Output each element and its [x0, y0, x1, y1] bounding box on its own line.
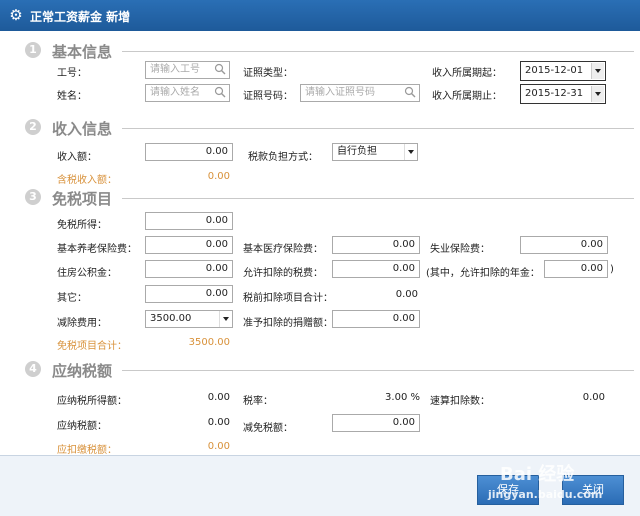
chevron-down-icon[interactable] [219, 311, 232, 327]
withhold-tax-value: 0.00 [207, 441, 230, 452]
emp-no-input[interactable]: 请输入工号 [145, 61, 230, 79]
taxable-income-label: 应纳税所得额： [57, 396, 127, 407]
tax-incl-income-value: 0.00 [207, 171, 230, 182]
section-number-2: 2 [25, 119, 41, 135]
emp-no-label: 工号： [57, 68, 87, 79]
section-divider [122, 128, 634, 129]
period-start-label: 收入所属期起： [432, 68, 502, 79]
chevron-down-icon[interactable] [404, 144, 417, 160]
pension-input[interactable]: 0.00 [145, 236, 233, 254]
exempt-total-value: 3500.00 [188, 337, 230, 348]
income-amount-label: 收入额： [57, 152, 97, 163]
other-input[interactable]: 0.00 [145, 285, 233, 303]
tax-payable-label: 应纳税额： [57, 421, 107, 432]
tax-bearing-select[interactable]: 自行负担 [332, 143, 418, 161]
search-icon[interactable] [214, 86, 226, 98]
exempt-total-label: 免税项目合计： [57, 341, 127, 352]
id-type-label: 证照类型： [243, 68, 293, 79]
withhold-tax-label: 应扣缴税额： [57, 445, 117, 456]
period-start-date[interactable]: 2015-12-01 [520, 61, 606, 81]
name-input[interactable]: 请输入姓名 [145, 84, 230, 102]
annuity-input[interactable]: 0.00 [544, 260, 608, 278]
section-number-4: 4 [25, 361, 41, 377]
income-amount-input[interactable]: 0.00 [145, 143, 233, 161]
window-title: 正常工资薪金 新增 [30, 10, 131, 24]
section-title-tax: 应纳税额 [52, 362, 113, 380]
housing-fund-input[interactable]: 0.00 [145, 260, 233, 278]
section-divider [122, 198, 634, 199]
period-end-date[interactable]: 2015-12-31 [520, 84, 606, 104]
medical-input[interactable]: 0.00 [332, 236, 420, 254]
title-bar: ⚙ 正常工资薪金 新增 [0, 0, 640, 31]
form-content: 1 基本信息 工号： 请输入工号 证照类型： 收入所属期起： 2015-12-0… [0, 31, 640, 456]
chevron-down-icon[interactable] [591, 63, 604, 79]
period-end-value: 2015-12-31 [525, 88, 584, 99]
section-title-exempt: 免税项目 [52, 190, 113, 208]
section-title-basic: 基本信息 [52, 43, 113, 61]
exempt-income-label: 免税所得： [57, 220, 107, 231]
section-divider [122, 51, 634, 52]
search-icon[interactable] [404, 86, 416, 98]
section-title-income: 收入信息 [52, 120, 113, 138]
section-number-1: 1 [25, 42, 41, 58]
housing-fund-label: 住房公积金： [57, 268, 117, 279]
tax-incl-income-label: 含税收入额： [57, 175, 117, 186]
emp-no-placeholder: 请输入工号 [150, 64, 200, 75]
deduction-label: 减除费用： [57, 318, 107, 329]
section-divider [122, 370, 634, 371]
tax-payable-value: 0.00 [207, 417, 230, 428]
deduction-value: 3500.00 [150, 313, 192, 324]
exempt-income-input[interactable]: 0.00 [145, 212, 233, 230]
medical-label: 基本医疗保险费： [243, 244, 323, 255]
pretax-total-value: 0.00 [395, 289, 418, 300]
pretax-total-label: 税前扣除项目合计： [243, 293, 333, 304]
gear-icon: ⚙ [9, 6, 23, 24]
taxable-income-value: 0.00 [207, 392, 230, 403]
annuity-label: (其中，允许扣除的年金： [426, 268, 540, 279]
tax-bearing-value: 自行负担 [337, 146, 377, 157]
unemployment-input[interactable]: 0.00 [520, 236, 608, 254]
id-no-input[interactable]: 请输入证照号码 [300, 84, 420, 102]
donation-input[interactable]: 0.00 [332, 310, 420, 328]
unemployment-label: 失业保险费： [430, 244, 490, 255]
chevron-down-icon[interactable] [591, 86, 604, 102]
id-no-placeholder: 请输入证照号码 [305, 87, 375, 98]
tax-rate-value: 3.00 % [385, 392, 420, 403]
allowed-tax-input[interactable]: 0.00 [332, 260, 420, 278]
pension-label: 基本养老保险费： [57, 244, 137, 255]
tax-rate-label: 税率： [243, 396, 273, 407]
annuity-close-paren: ) [610, 264, 614, 275]
donation-label: 准予扣除的捐赠额： [243, 318, 333, 329]
allowed-tax-label: 允许扣除的税费： [243, 268, 323, 279]
watermark-url: jingyan.baidu.com [488, 488, 603, 501]
search-icon[interactable] [214, 63, 226, 75]
id-no-label: 证照号码： [243, 91, 293, 102]
deduction-select[interactable]: 3500.00 [145, 310, 233, 328]
period-start-value: 2015-12-01 [525, 65, 584, 76]
tax-relief-label: 减免税额： [243, 423, 293, 434]
watermark-brand: Bai 经验 [500, 464, 575, 485]
dialog-footer: 保存 关闭 Bai 经验 jingyan.baidu.com [0, 455, 640, 516]
quick-deduct-value: 0.00 [582, 392, 605, 403]
name-label: 姓名： [57, 91, 87, 102]
period-end-label: 收入所属期止： [432, 91, 502, 102]
quick-deduct-label: 速算扣除数： [430, 396, 490, 407]
section-number-3: 3 [25, 189, 41, 205]
other-label: 其它： [57, 293, 87, 304]
name-placeholder: 请输入姓名 [150, 87, 200, 98]
tax-relief-input[interactable]: 0.00 [332, 414, 420, 432]
tax-bearing-label: 税款负担方式： [248, 152, 318, 163]
